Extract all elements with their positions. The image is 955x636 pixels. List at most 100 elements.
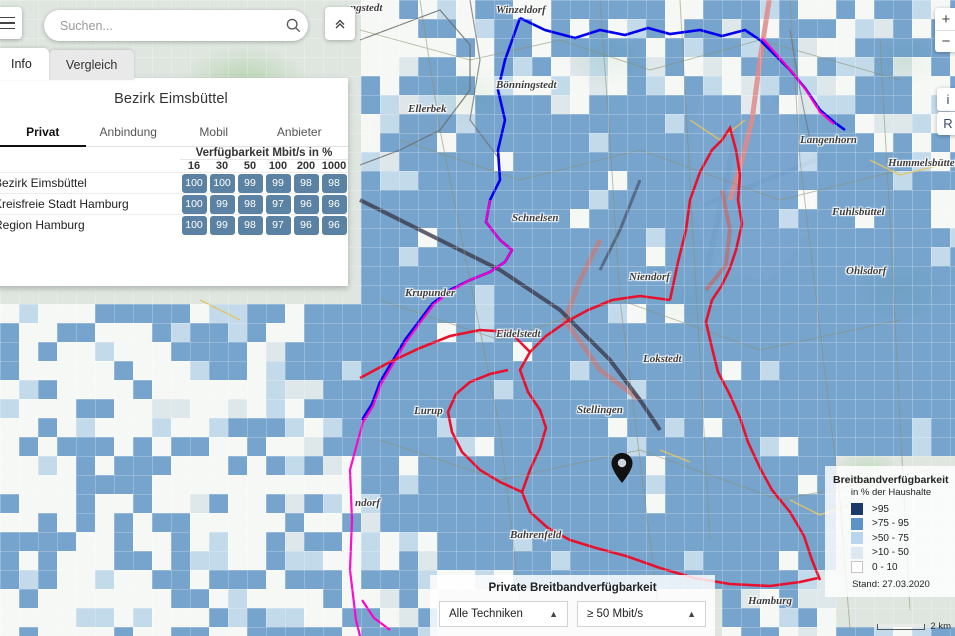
grid-cell (114, 361, 133, 380)
grid-cell (475, 228, 494, 247)
grid-cell (247, 551, 266, 570)
hamburger-menu-icon[interactable] (0, 7, 22, 39)
grid-cell (0, 627, 19, 636)
grid-cell (0, 304, 19, 323)
grid-cell (437, 494, 456, 513)
grid-cell (513, 532, 532, 551)
grid-cell (627, 418, 646, 437)
grid-cell (190, 608, 209, 627)
grid-cell (494, 209, 513, 228)
grid-cell (931, 266, 950, 285)
grid-cell (399, 190, 418, 209)
grid-cell (342, 342, 361, 361)
grid-cell (684, 228, 703, 247)
grid-cell (133, 304, 152, 323)
grid-cell (437, 323, 456, 342)
panel-tab-strip[interactable]: Info Vergleich (0, 48, 135, 80)
grid-cell (418, 19, 437, 38)
grid-cell (703, 0, 722, 19)
table-row[interactable]: Region Hamburg 100 99 98 97 96 96 (0, 214, 348, 235)
subtab-anbindung[interactable]: Anbindung (86, 125, 172, 146)
table-row[interactable]: Kreisfreie Stadt Hamburg 100 99 98 97 96 96 (0, 193, 348, 215)
grid-cell (361, 380, 380, 399)
grid-cell (950, 57, 955, 76)
grid-cell (722, 570, 741, 589)
subtab-privat[interactable]: Privat (0, 125, 86, 147)
grid-cell (684, 209, 703, 228)
grid-cell (190, 475, 209, 494)
collapse-panel-button[interactable] (325, 7, 355, 40)
grid-cell (589, 418, 608, 437)
grid-cell (114, 589, 133, 608)
grid-cell (361, 0, 380, 19)
grid-cell (209, 304, 228, 323)
grid-cell (665, 513, 684, 532)
grid-cell (665, 551, 684, 570)
grid-cell (608, 209, 627, 228)
technology-select[interactable]: Alle Techniken ▲ (439, 601, 568, 627)
grid-cell (836, 19, 855, 38)
value-cell: 96 (292, 214, 320, 235)
grid-cell (551, 247, 570, 266)
grid-cell (190, 513, 209, 532)
grid-cell (817, 266, 836, 285)
zoom-out-button[interactable]: − (935, 30, 955, 52)
grid-cell (589, 95, 608, 114)
value-cell: 98 (320, 172, 348, 194)
subtab-mobil[interactable]: Mobil (171, 125, 257, 146)
grid-cell (608, 532, 627, 551)
search-icon[interactable] (278, 18, 308, 33)
grid-cell (665, 190, 684, 209)
grid-cell (532, 380, 551, 399)
grid-cell (646, 209, 665, 228)
grid-cell (589, 0, 608, 19)
table-row[interactable]: Bezirk Eimsbüttel 100 100 99 99 98 98 (0, 172, 348, 194)
grid-cell (0, 475, 19, 494)
grid-cell (570, 304, 589, 323)
panel-tab-vergleich[interactable]: Vergleich (48, 50, 135, 80)
location-pin-icon[interactable] (610, 452, 634, 489)
grid-cell (741, 589, 760, 608)
panel-tab-info[interactable]: Info (0, 48, 49, 80)
grid-cell (703, 437, 722, 456)
grid-cell (418, 532, 437, 551)
grid-cell (0, 456, 19, 475)
grid-cell (874, 342, 893, 361)
grid-cell (38, 418, 57, 437)
grid-cell (475, 76, 494, 95)
speed-select[interactable]: ≥ 50 Mbit/s ▲ (577, 601, 706, 627)
grid-cell (779, 133, 798, 152)
grid-cell (950, 361, 955, 380)
grid-cell (532, 304, 551, 323)
grid-cell (608, 76, 627, 95)
grid-cell (798, 152, 817, 171)
grid-cell (323, 589, 342, 608)
grid-cell (608, 494, 627, 513)
grid-cell (570, 152, 589, 171)
panel-subtab-strip[interactable]: Privat Anbindung Mobil Anbieter (0, 125, 348, 147)
subtab-anbieter[interactable]: Anbieter (257, 125, 343, 146)
grid-cell (874, 437, 893, 456)
grid-cell (551, 494, 570, 513)
grid-cell (437, 38, 456, 57)
grid-cell (722, 437, 741, 456)
grid-cell (76, 399, 95, 418)
grid-cell (475, 456, 494, 475)
grid-cell (95, 361, 114, 380)
grid-cell (779, 399, 798, 418)
grid-cell (247, 342, 266, 361)
map-info-button[interactable]: i (937, 88, 955, 111)
grid-cell (589, 247, 608, 266)
zoom-in-button[interactable]: + (935, 8, 955, 30)
zoom-controls[interactable]: + − (935, 8, 955, 52)
search-input[interactable] (44, 18, 278, 33)
grid-cell (646, 190, 665, 209)
grid-cell (418, 171, 437, 190)
map-reset-button[interactable]: R (937, 112, 955, 135)
grid-cell (361, 494, 380, 513)
grid-cell (342, 437, 361, 456)
grid-cell (760, 551, 779, 570)
grid-cell (741, 551, 760, 570)
grid-cell (437, 285, 456, 304)
search-box[interactable] (44, 10, 308, 41)
